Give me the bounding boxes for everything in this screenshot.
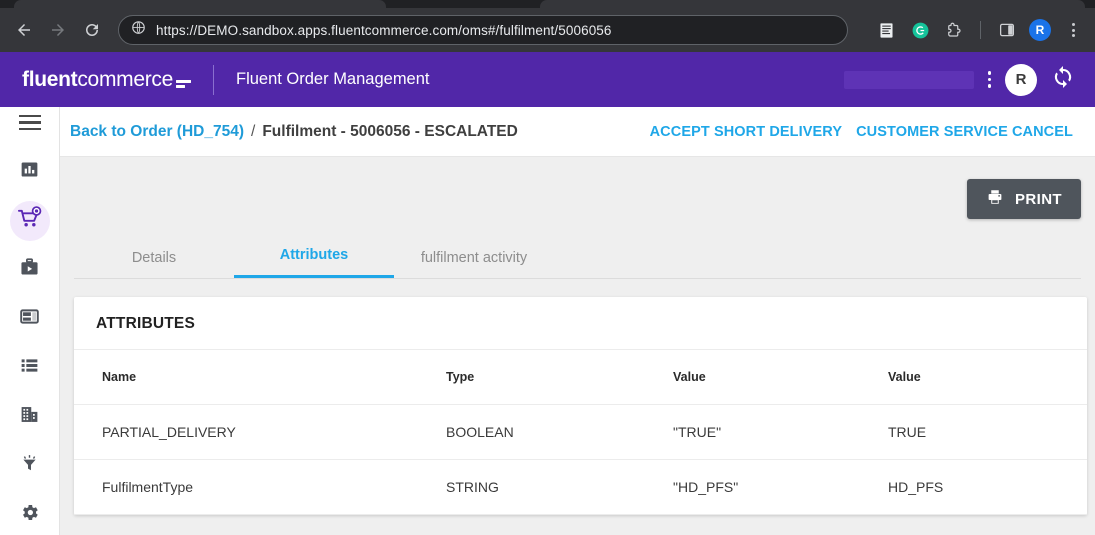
user-avatar[interactable]: R xyxy=(1005,64,1037,96)
globe-icon xyxy=(131,20,146,40)
cell-attribute-type: STRING xyxy=(446,460,673,515)
attributes-card-title: ATTRIBUTES xyxy=(74,297,1087,350)
printer-icon xyxy=(986,188,1004,210)
app-body: Back to Order (HD_754) / Fulfilment - 50… xyxy=(0,107,1095,535)
tab-details[interactable]: Details xyxy=(74,236,234,278)
logo-regular-text: commerce xyxy=(77,68,173,91)
sidebar-item-settings[interactable] xyxy=(10,495,50,535)
extensions-puzzle-icon[interactable] xyxy=(942,18,966,42)
breadcrumb-separator: / xyxy=(251,123,255,141)
bar-chart-icon xyxy=(19,159,40,185)
print-button-label: PRINT xyxy=(1015,191,1062,208)
app-title: Fluent Order Management xyxy=(236,70,430,89)
browser-tab-strip[interactable] xyxy=(0,0,1095,8)
tab-attributes[interactable]: Attributes xyxy=(234,233,394,278)
logo-mark-icon xyxy=(176,80,191,88)
app-header-right: R xyxy=(844,64,1095,96)
reload-button[interactable] xyxy=(76,14,108,46)
page-title: Fulfilment - 5006056 - ESCALATED xyxy=(262,123,518,141)
print-row: PRINT xyxy=(74,157,1081,219)
table-header-row: Name Type Value Value xyxy=(74,350,1087,405)
customer-service-cancel-action[interactable]: CUSTOMER SERVICE CANCEL xyxy=(856,124,1073,140)
cell-attribute-name: FulfilmentType xyxy=(74,460,446,515)
sidebar-item-lists[interactable] xyxy=(10,348,50,388)
gear-icon xyxy=(19,502,40,528)
app-header: fluentcommerce Fluent Order Management R xyxy=(0,52,1095,107)
sidebar-item-rules[interactable] xyxy=(10,446,50,486)
logo-bold-text: fluent xyxy=(22,68,77,91)
browser-tab[interactable] xyxy=(540,0,1085,8)
browser-menu-icon[interactable] xyxy=(1061,18,1085,42)
column-header-value-parsed: Value xyxy=(888,350,1087,405)
funnel-icon xyxy=(19,453,40,479)
table-row[interactable]: FulfilmentType STRING "HD_PFS" HD_PFS xyxy=(74,460,1087,515)
attributes-table: Name Type Value Value PARTIAL_DELIVERY B… xyxy=(74,350,1087,515)
browser-toolbar: https://DEMO.sandbox.apps.fluentcommerce… xyxy=(0,8,1095,52)
sidebar-item-orders[interactable] xyxy=(10,201,50,241)
sidebar-item-locations[interactable] xyxy=(10,397,50,437)
cell-attribute-name: PARTIAL_DELIVERY xyxy=(74,405,446,460)
url-text: https://DEMO.sandbox.apps.fluentcommerce… xyxy=(156,23,612,38)
shopping-cart-icon xyxy=(17,206,42,236)
back-to-order-link[interactable]: Back to Order (HD_754) xyxy=(70,123,244,141)
column-header-value-raw: Value xyxy=(673,350,888,405)
tab-bar: Details Attributes fulfilment activity xyxy=(74,233,1081,279)
print-button[interactable]: PRINT xyxy=(967,179,1081,219)
toolbar-divider xyxy=(980,21,981,39)
sidebar xyxy=(0,107,60,535)
panel-layout-icon xyxy=(19,306,40,332)
sidebar-item-cards[interactable] xyxy=(10,299,50,339)
header-divider xyxy=(213,65,214,95)
list-icon xyxy=(19,355,40,381)
breadcrumb: Back to Order (HD_754) / Fulfilment - 50… xyxy=(60,107,1095,157)
sidebar-items xyxy=(10,152,50,535)
sidebar-item-dashboard[interactable] xyxy=(10,152,50,192)
refresh-sync-icon[interactable] xyxy=(1051,65,1075,94)
cell-attribute-value-parsed: TRUE xyxy=(888,405,1087,460)
cell-attribute-value-raw: "HD_PFS" xyxy=(673,460,888,515)
cell-attribute-type: BOOLEAN xyxy=(446,405,673,460)
tab-fulfilment-activity[interactable]: fulfilment activity xyxy=(394,236,554,278)
address-bar[interactable]: https://DEMO.sandbox.apps.fluentcommerce… xyxy=(118,15,848,45)
attributes-card: ATTRIBUTES Name Type Value Value PARTIAL… xyxy=(74,297,1087,515)
header-search-box[interactable] xyxy=(844,71,974,89)
cell-attribute-value-parsed: HD_PFS xyxy=(888,460,1087,515)
main-column: Back to Order (HD_754) / Fulfilment - 50… xyxy=(60,107,1095,535)
back-button[interactable] xyxy=(8,14,40,46)
browser-tab[interactable] xyxy=(14,0,386,8)
column-header-name: Name xyxy=(74,350,446,405)
briefcase-play-icon xyxy=(19,257,40,283)
browser-toolbar-icons: R xyxy=(874,18,1087,42)
cell-attribute-value-raw: "TRUE" xyxy=(673,405,888,460)
forward-button[interactable] xyxy=(42,14,74,46)
table-row[interactable]: PARTIAL_DELIVERY BOOLEAN "TRUE" TRUE xyxy=(74,405,1087,460)
building-icon xyxy=(19,404,40,430)
hamburger-menu[interactable] xyxy=(0,107,59,138)
sidebar-item-jobs[interactable] xyxy=(10,250,50,290)
reader-mode-icon[interactable] xyxy=(874,18,898,42)
browser-profile-avatar[interactable]: R xyxy=(1029,19,1051,41)
side-panel-icon[interactable] xyxy=(995,18,1019,42)
breadcrumb-actions: ACCEPT SHORT DELIVERY CUSTOMER SERVICE C… xyxy=(650,124,1073,140)
vertical-dots-icon[interactable] xyxy=(988,71,992,88)
accept-short-delivery-action[interactable]: ACCEPT SHORT DELIVERY xyxy=(650,124,843,140)
content-area: PRINT Details Attributes fulfilment acti… xyxy=(60,157,1095,535)
fluent-commerce-logo[interactable]: fluentcommerce xyxy=(0,68,191,92)
grammarly-icon[interactable] xyxy=(908,18,932,42)
column-header-type: Type xyxy=(446,350,673,405)
